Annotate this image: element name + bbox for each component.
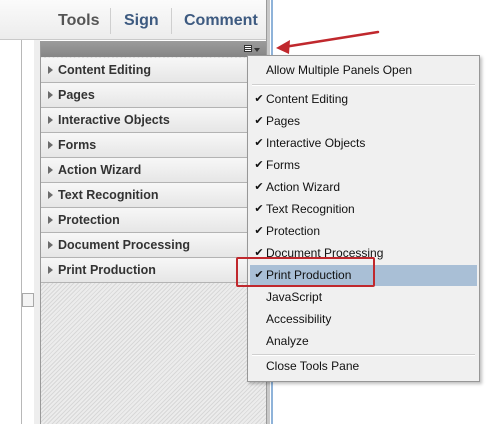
menu-item-panel-toggle[interactable]: ✔ Pages xyxy=(250,111,477,132)
panel-item[interactable]: Interactive Objects xyxy=(41,108,267,133)
chevron-right-icon xyxy=(48,66,53,74)
menu-item-panel-toggle[interactable]: Analyze xyxy=(250,331,477,352)
document-border xyxy=(21,40,22,424)
top-toolbar: Tools Sign Comment xyxy=(0,0,268,40)
menu-item-label: JavaScript xyxy=(266,290,323,304)
red-arrow-annotation xyxy=(276,30,380,54)
menu-item-label: Text Recognition xyxy=(266,202,355,216)
panel-item[interactable]: Pages xyxy=(41,83,267,108)
chevron-right-icon xyxy=(48,166,53,174)
red-highlight-box-annotation xyxy=(236,257,375,287)
chevron-right-icon xyxy=(48,241,53,249)
panel-options-icon[interactable] xyxy=(244,43,264,55)
checkmark-icon: ✔ xyxy=(254,137,264,149)
document-edge xyxy=(0,0,40,424)
menu-item-panel-toggle[interactable]: Accessibility xyxy=(250,309,477,330)
menu-item-label: Pages xyxy=(266,114,301,128)
tools-pane: Content Editing Pages Interactive Objects F… xyxy=(40,41,267,424)
panel-item[interactable]: Text Recognition xyxy=(41,183,267,208)
panel-item-label: Protection xyxy=(58,213,120,227)
panel-item-label: Document Processing xyxy=(58,238,190,252)
panel-item-label: Text Recognition xyxy=(58,188,159,202)
checkmark-icon: ✔ xyxy=(254,115,264,127)
menu-item-panel-toggle[interactable]: ✔ Forms xyxy=(250,155,477,176)
menu-item-label: Action Wizard xyxy=(266,180,341,194)
menu-item-panel-toggle[interactable]: ✔ Interactive Objects xyxy=(250,133,477,154)
panel-item[interactable]: Content Editing xyxy=(41,58,267,83)
chevron-right-icon xyxy=(48,116,53,124)
checkmark-icon: ✔ xyxy=(254,203,264,215)
panel-item[interactable]: Protection xyxy=(41,208,267,233)
toolbar-divider xyxy=(110,8,111,34)
comment-button[interactable]: Comment xyxy=(184,0,262,40)
menu-item-label: Allow Multiple Panels Open xyxy=(266,63,413,77)
toolbar-divider xyxy=(171,8,172,34)
checkmark-icon: ✔ xyxy=(254,181,264,193)
sign-button[interactable]: Sign xyxy=(124,0,160,40)
menu-item-panel-toggle[interactable]: JavaScript xyxy=(250,287,477,308)
panel-item-label: Interactive Objects xyxy=(58,113,170,127)
panel-item-label: Print Production xyxy=(58,263,156,277)
menu-item-panel-toggle[interactable]: ✔ Protection xyxy=(250,221,477,242)
tools-button[interactable]: Tools xyxy=(58,0,102,40)
menu-item-panel-toggle[interactable]: ✔ Text Recognition xyxy=(250,199,477,220)
panel-item-label: Pages xyxy=(58,88,95,102)
chevron-right-icon xyxy=(48,216,53,224)
menu-item-allow-multiple-panels[interactable]: Allow Multiple Panels Open xyxy=(250,60,477,81)
chevron-right-icon xyxy=(48,141,53,149)
panel-item[interactable]: Forms xyxy=(41,133,267,158)
checkmark-icon: ✔ xyxy=(254,93,264,105)
menu-item-panel-toggle[interactable]: ✔ Content Editing xyxy=(250,89,477,110)
menu-item-label: Content Editing xyxy=(266,92,349,106)
menu-item-label: Analyze xyxy=(266,334,309,348)
checkmark-icon: ✔ xyxy=(254,225,264,237)
panel-item-label: Action Wizard xyxy=(58,163,142,177)
menu-item-label: Close Tools Pane xyxy=(266,359,360,373)
list-grid-icon xyxy=(244,45,252,52)
chevron-right-icon xyxy=(48,91,53,99)
chevron-right-icon xyxy=(48,266,53,274)
menu-item-label: Forms xyxy=(266,158,300,172)
panels-context-menu: Allow Multiple Panels Open ✔ Content Edit… xyxy=(247,55,480,382)
panel-item-label: Content Editing xyxy=(58,63,152,77)
menu-item-label: Accessibility xyxy=(266,312,332,326)
chevron-right-icon xyxy=(48,191,53,199)
menu-item-label: Interactive Objects xyxy=(266,136,366,150)
menu-item-close-tools-pane[interactable]: Close Tools Pane xyxy=(250,356,477,377)
menu-separator xyxy=(252,84,475,86)
panel-item[interactable]: Print Production xyxy=(41,258,267,283)
panel-item[interactable]: Document Processing xyxy=(41,233,267,258)
chevron-down-icon xyxy=(254,48,260,52)
panel-list: Content Editing Pages Interactive Objects F… xyxy=(41,58,267,283)
scrollbar-thumb[interactable] xyxy=(22,293,34,307)
menu-item-label: Protection xyxy=(266,224,321,238)
menu-item-panel-toggle[interactable]: ✔ Action Wizard xyxy=(250,177,477,198)
tools-pane-header xyxy=(41,41,267,57)
panel-item-label: Forms xyxy=(58,138,97,152)
checkmark-icon: ✔ xyxy=(254,159,264,171)
panel-item[interactable]: Action Wizard xyxy=(41,158,267,183)
